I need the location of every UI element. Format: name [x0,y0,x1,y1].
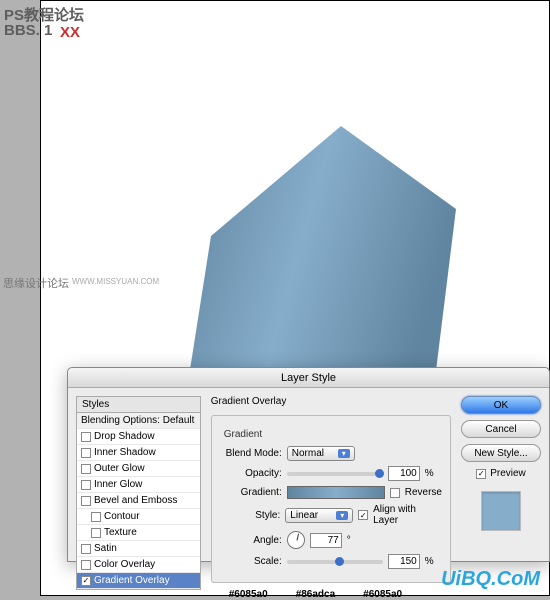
style-outer-glow[interactable]: Outer Glow [77,461,200,477]
styles-header[interactable]: Styles [76,396,201,413]
preview-swatch [481,491,521,531]
blend-mode-select[interactable]: Normal▾ [287,446,355,461]
cancel-button[interactable]: Cancel [461,420,541,438]
reverse-checkbox[interactable] [390,488,400,498]
align-checkbox[interactable] [358,510,368,520]
style-gradient-overlay[interactable]: Gradient Overlay [77,573,200,589]
hex-codes-row: #6085a0 #86adca #6085a0 [211,589,451,600]
dialog-title: Layer Style [68,368,549,388]
opacity-slider[interactable] [287,472,383,476]
style-inner-shadow[interactable]: Inner Shadow [77,445,200,461]
style-bevel-emboss[interactable]: Bevel and Emboss [77,493,200,509]
watermark-bottom: UiBQ.CoM [441,568,540,591]
angle-label: Angle: [220,535,282,546]
blend-mode-label: Blend Mode: [220,448,282,459]
style-select[interactable]: Linear▾ [285,508,353,523]
layer-style-dialog: Layer Style Styles Blending Options: Def… [67,367,550,562]
style-color-overlay[interactable]: Color Overlay [77,557,200,573]
watermark-top-bbs: BBS. 1 [4,22,52,39]
scale-input[interactable]: 150 [388,554,420,569]
styles-list-column: Styles Blending Options: Default Drop Sh… [76,396,201,553]
angle-input[interactable]: 77 [310,533,342,548]
ok-button[interactable]: OK [461,396,541,414]
watermark-side-cn: 思缘设计论坛 [3,275,69,291]
opacity-input[interactable]: 100 [388,466,420,481]
align-label: Align with Layer [373,504,442,526]
gradient-preview[interactable] [287,486,385,499]
gradient-label: Gradient: [220,487,282,498]
style-inner-glow[interactable]: Inner Glow [77,477,200,493]
new-style-button[interactable]: New Style... [461,444,541,462]
buttons-column: OK Cancel New Style... Preview [461,396,541,553]
preview-checkbox[interactable] [476,469,486,479]
style-contour[interactable]: Contour [77,509,200,525]
dropdown-icon: ▾ [338,449,350,458]
reverse-label: Reverse [405,487,442,498]
dropdown-icon: ▾ [336,511,348,520]
watermark-top-xx: XX [60,24,80,41]
settings-column: Gradient Overlay Gradient Blend Mode: No… [211,396,451,553]
style-label: Style: [220,510,281,521]
panel-title: Gradient Overlay [211,396,451,407]
blending-options-row[interactable]: Blending Options: Default [77,413,200,429]
watermark-side-url: WWW.MISSYUAN.COM [72,277,159,286]
opacity-label: Opacity: [220,468,282,479]
style-texture[interactable]: Texture [77,525,200,541]
group-legend: Gradient [220,429,266,440]
preview-label: Preview [490,468,526,479]
scale-label: Scale: [220,556,282,567]
style-satin[interactable]: Satin [77,541,200,557]
style-drop-shadow[interactable]: Drop Shadow [77,429,200,445]
scale-slider[interactable] [287,560,383,564]
angle-dial[interactable] [287,531,305,549]
